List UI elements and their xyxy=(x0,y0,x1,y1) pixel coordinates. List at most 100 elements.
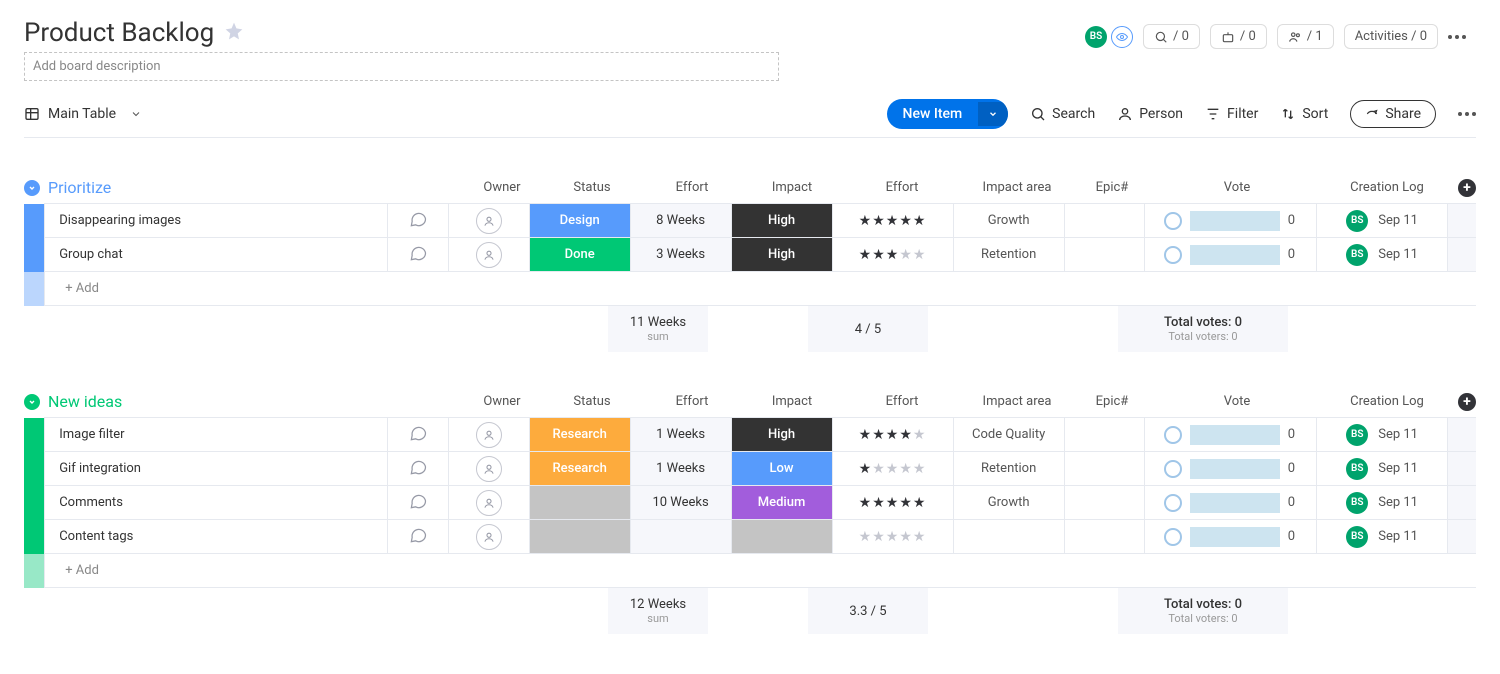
impact-cell[interactable]: High xyxy=(731,238,832,272)
share-button[interactable]: Share xyxy=(1350,100,1436,128)
vote-cell[interactable]: 0 xyxy=(1145,452,1317,486)
search-button[interactable]: Search xyxy=(1030,106,1095,122)
column-header-status[interactable]: Status xyxy=(542,394,642,409)
chat-icon[interactable] xyxy=(388,204,449,238)
add-item-row[interactable]: + Add xyxy=(24,554,1476,588)
impact-cell[interactable]: Low xyxy=(731,452,832,486)
column-header-impact[interactable]: Impact xyxy=(742,394,842,409)
vote-cell[interactable]: 0 xyxy=(1145,418,1317,452)
add-item-row[interactable]: + Add xyxy=(24,272,1476,306)
chat-icon[interactable] xyxy=(388,452,449,486)
impact-area-cell[interactable] xyxy=(953,520,1064,554)
group-name[interactable]: Prioritize xyxy=(48,178,111,197)
members-pill[interactable]: / 1 xyxy=(1277,24,1334,49)
effort-cell[interactable]: 1 Weeks xyxy=(630,418,731,452)
column-header-area[interactable]: Impact area xyxy=(962,180,1072,195)
filter-button[interactable]: Filter xyxy=(1205,106,1258,122)
person-filter-button[interactable]: Person xyxy=(1117,106,1183,122)
board-title[interactable]: Product Backlog xyxy=(24,18,214,48)
owner-cell[interactable] xyxy=(448,452,529,486)
new-item-button[interactable]: New Item xyxy=(887,99,1009,129)
add-column-button[interactable]: + xyxy=(1458,179,1476,197)
rating-cell[interactable]: ★★★★★ xyxy=(832,204,953,238)
epic-cell[interactable] xyxy=(1064,452,1145,486)
impact-area-cell[interactable]: Growth xyxy=(953,486,1064,520)
impact-cell[interactable] xyxy=(731,520,832,554)
item-name[interactable]: Image filter xyxy=(45,418,388,452)
status-cell[interactable] xyxy=(529,520,630,554)
epic-cell[interactable] xyxy=(1064,520,1145,554)
table-row[interactable]: Comments 10 Weeks Medium ★★★★★ Growth 0 … xyxy=(24,486,1476,520)
epic-cell[interactable] xyxy=(1064,238,1145,272)
vote-cell[interactable]: 0 xyxy=(1145,520,1317,554)
owner-cell[interactable] xyxy=(448,486,529,520)
status-cell[interactable] xyxy=(529,486,630,520)
effort-cell[interactable]: 8 Weeks xyxy=(630,204,731,238)
automations-pill[interactable]: / 0 xyxy=(1210,24,1267,49)
rating-cell[interactable]: ★★★★★ xyxy=(832,418,953,452)
effort-cell[interactable]: 3 Weeks xyxy=(630,238,731,272)
item-name[interactable]: Comments xyxy=(45,486,388,520)
epic-cell[interactable] xyxy=(1064,418,1145,452)
item-name[interactable]: Content tags xyxy=(45,520,388,554)
impact-area-cell[interactable]: Retention xyxy=(953,452,1064,486)
table-row[interactable]: Content tags ★★★★★ 0 BSSep 11 xyxy=(24,520,1476,554)
owner-cell[interactable] xyxy=(448,238,529,272)
column-header-vote[interactable]: Vote xyxy=(1152,180,1322,195)
column-header-epic[interactable]: Epic# xyxy=(1072,180,1152,195)
impact-area-cell[interactable]: Code Quality xyxy=(953,418,1064,452)
column-header-vote[interactable]: Vote xyxy=(1152,394,1322,409)
column-header-effort[interactable]: Effort xyxy=(642,394,742,409)
table-row[interactable]: Image filter Research 1 Weeks High ★★★★★… xyxy=(24,418,1476,452)
view-name[interactable]: Main Table xyxy=(48,106,116,122)
column-header-owner[interactable]: Owner xyxy=(462,180,542,195)
new-item-dropdown[interactable] xyxy=(978,102,1008,126)
integrations-pill[interactable]: / 0 xyxy=(1143,24,1200,49)
members-avatar[interactable]: BS xyxy=(1085,26,1107,48)
column-header-area[interactable]: Impact area xyxy=(962,394,1072,409)
board-description-input[interactable]: Add board description xyxy=(24,52,779,81)
board-visibility-icon[interactable] xyxy=(1111,26,1133,48)
table-row[interactable]: Disappearing images Design 8 Weeks High … xyxy=(24,204,1476,238)
group-collapse-toggle[interactable] xyxy=(24,394,40,410)
vote-cell[interactable]: 0 xyxy=(1145,486,1317,520)
chat-icon[interactable] xyxy=(388,238,449,272)
owner-cell[interactable] xyxy=(448,418,529,452)
effort-cell[interactable]: 10 Weeks xyxy=(630,486,731,520)
chat-icon[interactable] xyxy=(388,520,449,554)
owner-cell[interactable] xyxy=(448,520,529,554)
table-row[interactable]: Gif integration Research 1 Weeks Low ★★★… xyxy=(24,452,1476,486)
column-header-epic[interactable]: Epic# xyxy=(1072,394,1152,409)
activities-pill[interactable]: Activities / 0 xyxy=(1344,24,1438,49)
chat-icon[interactable] xyxy=(388,486,449,520)
column-header-effort[interactable]: Effort xyxy=(642,180,742,195)
column-header-owner[interactable]: Owner xyxy=(462,394,542,409)
status-cell[interactable]: Research xyxy=(529,452,630,486)
item-name[interactable]: Group chat xyxy=(45,238,388,272)
sort-button[interactable]: Sort xyxy=(1280,106,1328,122)
table-row[interactable]: Group chat Done 3 Weeks High ★★★★★ Reten… xyxy=(24,238,1476,272)
impact-cell[interactable]: High xyxy=(731,204,832,238)
column-header-log[interactable]: Creation Log xyxy=(1322,180,1452,195)
chevron-down-icon[interactable] xyxy=(130,108,142,120)
rating-cell[interactable]: ★★★★★ xyxy=(832,452,953,486)
epic-cell[interactable] xyxy=(1064,204,1145,238)
status-cell[interactable]: Research xyxy=(529,418,630,452)
column-header-rating[interactable]: Effort xyxy=(842,394,962,409)
epic-cell[interactable] xyxy=(1064,486,1145,520)
impact-cell[interactable]: Medium xyxy=(731,486,832,520)
impact-cell[interactable]: High xyxy=(731,418,832,452)
item-name[interactable]: Disappearing images xyxy=(45,204,388,238)
toolbar-menu[interactable] xyxy=(1458,112,1476,116)
item-name[interactable]: Gif integration xyxy=(45,452,388,486)
owner-cell[interactable] xyxy=(448,204,529,238)
column-header-log[interactable]: Creation Log xyxy=(1322,394,1452,409)
status-cell[interactable]: Done xyxy=(529,238,630,272)
vote-cell[interactable]: 0 xyxy=(1145,238,1317,272)
favorite-star-icon[interactable] xyxy=(224,21,244,45)
rating-cell[interactable]: ★★★★★ xyxy=(832,520,953,554)
effort-cell[interactable] xyxy=(630,520,731,554)
rating-cell[interactable]: ★★★★★ xyxy=(832,486,953,520)
effort-cell[interactable]: 1 Weeks xyxy=(630,452,731,486)
status-cell[interactable]: Design xyxy=(529,204,630,238)
